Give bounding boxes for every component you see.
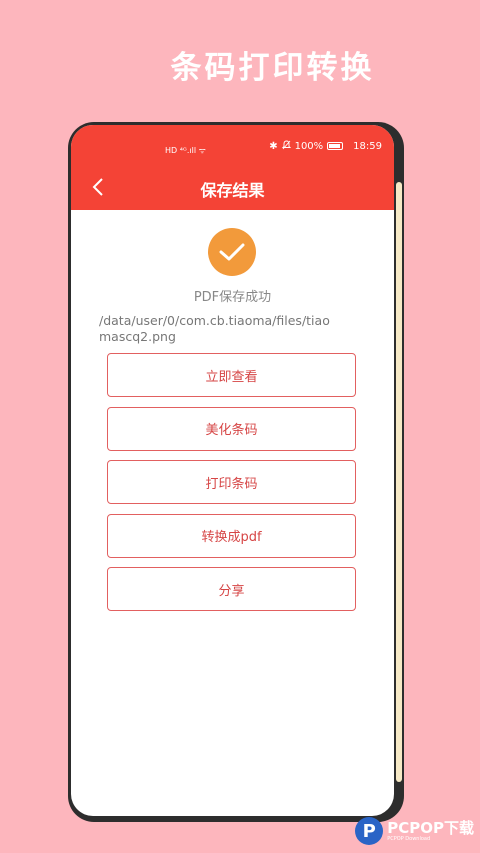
battery-percent: 100% bbox=[294, 140, 324, 152]
beautify-barcode-button[interactable]: 美化条码 bbox=[107, 406, 356, 451]
battery-icon bbox=[327, 142, 344, 150]
app-screen: HD ⁴ᴳ.ıll ᯤ ✱ 100% 18:59 保存结果 PDF保存成功 /d… bbox=[71, 125, 394, 816]
pcpop-logo-icon: P bbox=[355, 817, 384, 845]
convert-pdf-button[interactable]: 转换成pdf bbox=[107, 513, 356, 558]
status-bar: HD ⁴ᴳ.ıll ᯤ ✱ 100% 18:59 bbox=[71, 125, 394, 167]
share-button[interactable]: 分享 bbox=[107, 567, 356, 611]
watermark-brand: PCPOP下载 bbox=[387, 818, 474, 837]
chevron-left-icon[interactable] bbox=[87, 176, 109, 198]
print-barcode-button[interactable]: 打印条码 bbox=[107, 460, 356, 504]
result-content: PDF保存成功 /data/user/0/com.cb.tiaoma/files… bbox=[71, 210, 394, 816]
phone-edge bbox=[396, 182, 402, 782]
watermark: P PCPOP下载 PCPOP Download bbox=[355, 817, 474, 845]
signal-icons: HD ⁴ᴳ.ıll ᯤ bbox=[165, 146, 206, 155]
mute-icon bbox=[281, 140, 291, 153]
bluetooth-icon: ✱ bbox=[269, 140, 278, 152]
view-now-button[interactable]: 立即查看 bbox=[107, 353, 356, 397]
action-list: 立即查看 美化条码 打印条码 转换成pdf 分享 bbox=[107, 353, 356, 621]
success-message: PDF保存成功 bbox=[193, 290, 272, 305]
page-title: 保存结果 bbox=[200, 180, 265, 200]
phone-frame: HD ⁴ᴳ.ıll ᯤ ✱ 100% 18:59 保存结果 PDF保存成功 /d… bbox=[68, 122, 404, 822]
file-path: /data/user/0/com.cb.tiaoma/files/tiaomas… bbox=[99, 313, 330, 344]
clock: 18:59 bbox=[353, 140, 382, 152]
promo-title: 条码打印转换 bbox=[170, 50, 375, 86]
check-icon bbox=[208, 228, 256, 276]
navbar: 保存结果 bbox=[71, 167, 394, 210]
